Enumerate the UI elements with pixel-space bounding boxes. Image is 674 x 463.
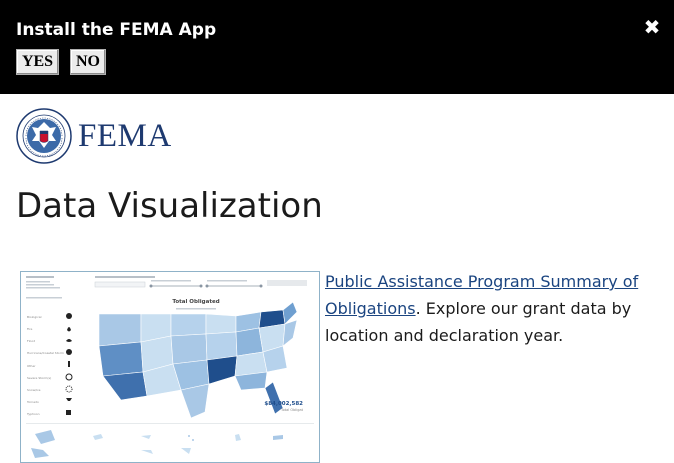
svg-text:Snow/Ice: Snow/Ice	[27, 388, 41, 392]
svg-text:Typhoon: Typhoon	[26, 412, 40, 416]
dashboard-preview-image: Total Obligated Biological Fire Flood Hu…	[21, 272, 319, 462]
preview-total-label: Total Obligat	[280, 408, 304, 412]
dashboard-thumbnail[interactable]: Total Obligated Biological Fire Flood Hu…	[20, 271, 320, 463]
dhs-seal-icon	[16, 108, 72, 164]
page-title: Data Visualization	[16, 186, 323, 226]
banner-title: Install the FEMA App	[16, 20, 217, 40]
no-button[interactable]: NO	[70, 49, 106, 75]
svg-text:Biological: Biological	[27, 315, 42, 319]
close-icon[interactable]: ✖	[642, 17, 662, 37]
svg-text:Fire: Fire	[27, 327, 33, 331]
item-description: Public Assistance Program Summary of Obl…	[325, 268, 655, 349]
svg-text:Other: Other	[27, 364, 36, 368]
svg-text:Severe Storm(s): Severe Storm(s)	[27, 376, 51, 380]
app-install-banner: Install the FEMA App YES NO ✖	[0, 0, 674, 94]
svg-text:Flood: Flood	[27, 339, 35, 343]
fema-logo[interactable]: FEMA	[16, 108, 176, 166]
preview-chart-title: Total Obligated	[172, 299, 219, 305]
preview-total-value: $84,002,582	[264, 401, 303, 407]
svg-text:Tornado: Tornado	[26, 400, 39, 404]
svg-text:Hurricane/Coastal Storm: Hurricane/Coastal Storm	[27, 351, 64, 355]
yes-button[interactable]: YES	[16, 49, 59, 75]
logo-wordmark: FEMA	[78, 118, 172, 154]
